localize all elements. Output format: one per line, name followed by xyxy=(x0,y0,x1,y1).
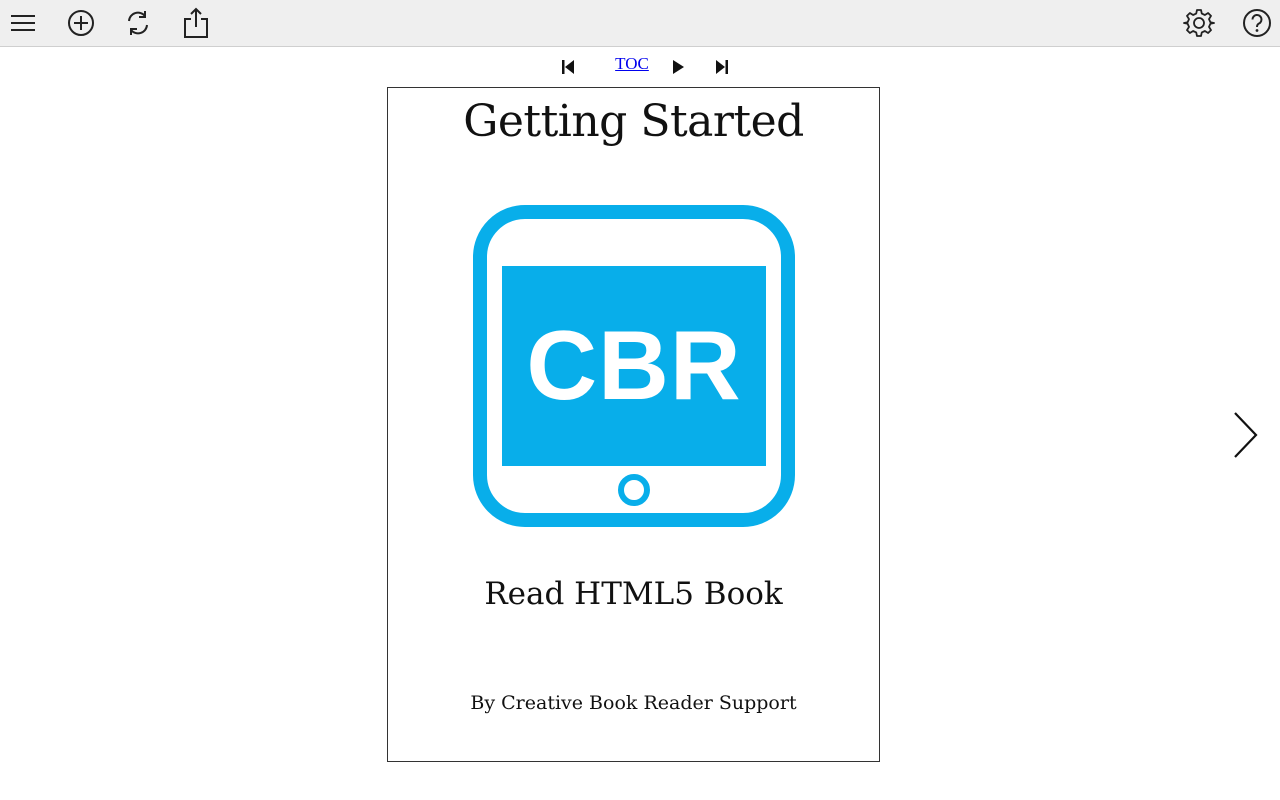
book-author: By Creative Book Reader Support xyxy=(470,692,797,714)
book-page: Getting Started CBR Read HTML5 Book By C… xyxy=(387,87,880,762)
share-button[interactable] xyxy=(178,5,214,41)
add-icon xyxy=(68,10,94,36)
settings-button[interactable] xyxy=(1181,5,1217,41)
page-navigation: TOC xyxy=(0,52,1280,82)
book-subtitle: Read HTML5 Book xyxy=(484,576,783,612)
last-page-icon xyxy=(716,60,728,74)
top-toolbar xyxy=(0,0,1280,47)
logo-text: CBR xyxy=(526,309,742,420)
toc-link[interactable]: TOC xyxy=(606,54,658,74)
help-icon xyxy=(1243,9,1271,37)
gear-icon xyxy=(1183,9,1215,37)
first-page-button[interactable] xyxy=(556,56,580,78)
add-button[interactable] xyxy=(63,5,99,41)
next-page-button[interactable] xyxy=(1222,404,1268,466)
last-page-button[interactable] xyxy=(710,56,734,78)
menu-button[interactable] xyxy=(5,5,41,41)
cbr-logo: CBR xyxy=(473,205,795,527)
page-title: Getting Started xyxy=(463,96,804,147)
refresh-icon xyxy=(128,11,148,35)
refresh-button[interactable] xyxy=(120,5,156,41)
menu-icon xyxy=(11,15,35,31)
share-icon xyxy=(184,7,208,38)
next-page-chevron-icon xyxy=(1234,412,1258,458)
first-page-icon xyxy=(562,60,574,74)
play-icon xyxy=(673,60,684,74)
help-button[interactable] xyxy=(1239,5,1275,41)
play-button[interactable] xyxy=(666,56,690,78)
